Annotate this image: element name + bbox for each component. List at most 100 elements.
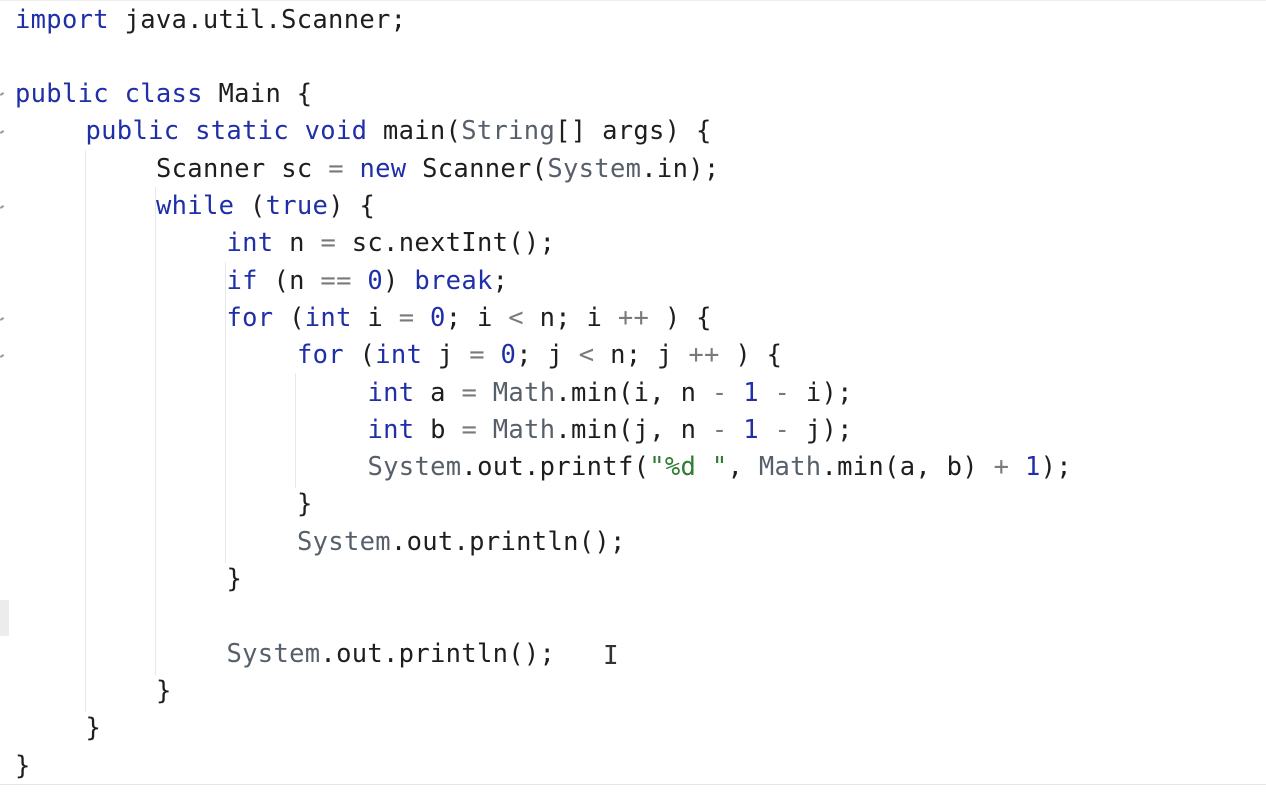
code-token: int — [375, 340, 423, 371]
code-line[interactable]: Scanner sc = new Scanner(System.in); — [156, 151, 720, 188]
editor-bottom-border — [0, 784, 1266, 785]
code-token: System — [297, 526, 391, 557]
code-line[interactable]: for (int j = 0; j < n; j ++ ) { — [297, 337, 782, 374]
code-token: = — [461, 414, 478, 445]
code-token: int — [367, 414, 415, 445]
code-token: ( — [343, 340, 376, 371]
code-line[interactable]: System.out.printf("%d ", Math.min(a, b) … — [368, 449, 1072, 486]
code-token: Math — [758, 452, 822, 483]
code-line[interactable]: import java.util.Scanner; — [15, 2, 406, 39]
code-line[interactable]: System.out.println(); — [227, 636, 556, 673]
code-line[interactable]: } — [86, 710, 102, 747]
code-token: static — [195, 116, 289, 147]
code-token: .out.println(); — [320, 638, 556, 669]
code-line[interactable]: } — [156, 673, 172, 710]
code-token: } — [156, 675, 172, 706]
code-token: = — [328, 153, 344, 184]
fold-toggle-icon[interactable] — [0, 130, 5, 134]
code-token: System — [367, 452, 462, 483]
code-token: void — [304, 116, 368, 147]
code-token: } — [297, 489, 313, 520]
code-token: 1 — [743, 414, 759, 445]
code-token: Math — [492, 377, 556, 408]
code-line[interactable]: } — [227, 561, 243, 598]
code-token: ; — [492, 265, 509, 296]
code-line[interactable]: System.out.println(); — [297, 524, 626, 561]
indent-guide — [155, 187, 156, 675]
text-cursor-ibeam-icon: I — [603, 641, 619, 671]
code-token: .min(a, b) — [821, 452, 994, 483]
code-token: 1 — [743, 377, 759, 408]
code-token: ( — [273, 302, 305, 333]
fold-toggle-icon[interactable] — [0, 205, 5, 209]
code-token: i — [351, 302, 399, 333]
fold-toggle-icon[interactable] — [0, 317, 5, 321]
code-token: System — [226, 638, 321, 669]
code-line[interactable]: if (n == 0) break; — [227, 263, 509, 300]
fold-toggle-icon[interactable] — [0, 354, 5, 358]
code-line[interactable]: while (true) { — [156, 188, 375, 225]
code-line[interactable]: public static void main(String[] args) { — [86, 113, 712, 150]
code-token: = — [398, 302, 415, 333]
code-token: 0 — [430, 302, 446, 333]
code-token: true — [265, 191, 329, 221]
code-token: ) — [383, 265, 415, 296]
code-token: ) { — [719, 340, 783, 371]
code-token: + — [993, 452, 1010, 483]
code-token: = — [320, 228, 337, 259]
code-token: .min(i, n — [555, 377, 712, 408]
code-token: ) { — [328, 191, 376, 221]
code-token: public — [85, 116, 180, 147]
code-editor[interactable]: import java.util.Scanner; public class Ma… — [0, 0, 1266, 797]
code-token: 0 — [367, 265, 384, 296]
code-token: System — [547, 153, 642, 184]
code-token: .in); — [641, 153, 720, 184]
code-line[interactable]: } — [15, 748, 31, 785]
code-line[interactable]: public class Main { — [15, 76, 312, 113]
code-token: import — [15, 4, 109, 35]
code-token: < — [578, 340, 595, 371]
code-token: b — [414, 414, 462, 445]
code-line[interactable]: for (int i = 0; i < n; i ++ ) { — [227, 300, 712, 337]
indent-guide — [295, 373, 296, 488]
code-line[interactable]: } — [297, 486, 313, 523]
code-token: - — [774, 414, 791, 445]
code-token: 1 — [1024, 452, 1041, 483]
code-token: } — [226, 564, 243, 594]
code-token: ; i — [445, 302, 509, 333]
code-token: Math — [492, 414, 556, 445]
code-token: "%d " — [649, 452, 728, 483]
fold-toggle-icon[interactable] — [0, 92, 5, 96]
code-token: java.util.Scanner; — [108, 4, 407, 35]
code-token: j — [422, 340, 470, 371]
code-token: i); — [790, 377, 853, 408]
code-line[interactable]: int a = Math.min(i, n - 1 - i); — [368, 375, 853, 412]
code-token: == — [320, 265, 352, 296]
code-line[interactable]: int n = sc.nextInt(); — [227, 225, 556, 262]
current-line-indicator — [0, 600, 9, 636]
code-token: int — [304, 302, 352, 333]
code-token: Scanner sc — [156, 153, 329, 184]
code-line[interactable]: int b = Math.min(j, n - 1 - j); — [368, 412, 853, 449]
code-token: ++ — [617, 302, 650, 333]
code-token: j); — [790, 414, 853, 445]
code-token: for — [226, 302, 274, 333]
code-token: n; i — [523, 302, 618, 333]
code-token: } — [15, 750, 31, 781]
code-token: ); — [1040, 452, 1072, 483]
code-token: - — [774, 377, 791, 408]
code-token: ( — [234, 191, 266, 221]
code-token: sc.nextInt(); — [336, 228, 556, 259]
code-token: String — [461, 116, 556, 147]
